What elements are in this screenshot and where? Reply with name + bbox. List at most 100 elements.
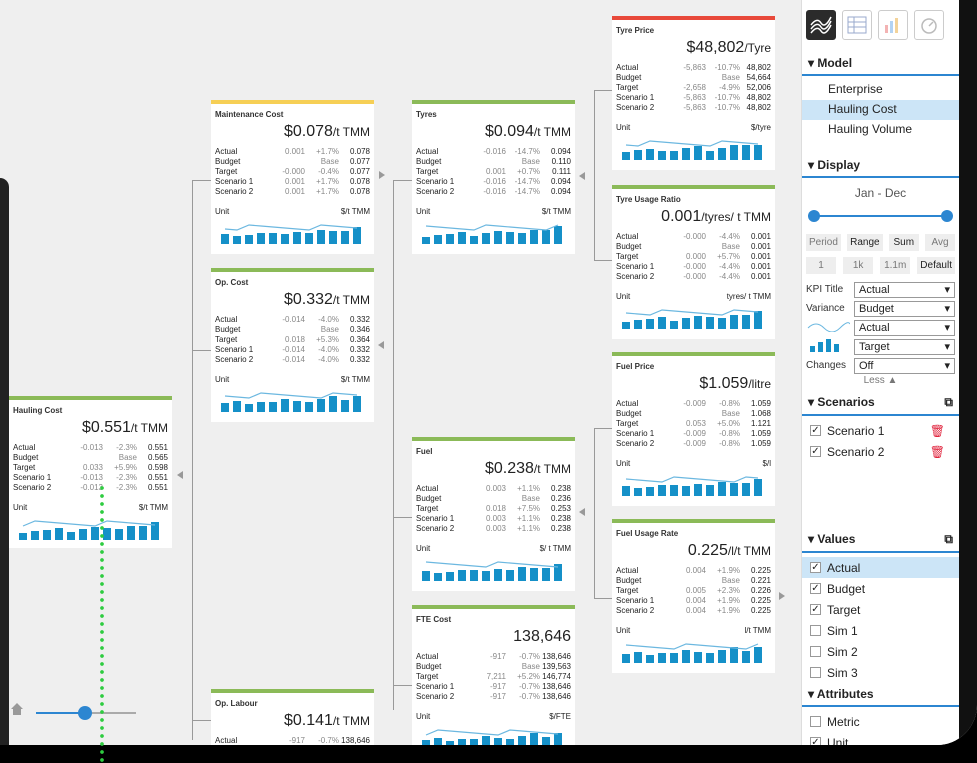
display-section-header[interactable]: ▾ Display: [802, 154, 959, 178]
scenario-item[interactable]: ✓ Scenario 2 🗑: [802, 441, 959, 462]
collapse-arrow[interactable]: [177, 471, 183, 479]
aggregation-button[interactable]: Range: [847, 234, 883, 251]
card-row-delta: 0.018: [485, 504, 506, 513]
chart-view-button[interactable]: [878, 10, 908, 40]
card-row-delta-pct: +1.1%: [517, 524, 540, 533]
value-item[interactable]: ✓ Budget: [802, 578, 959, 599]
fuel-card[interactable]: Fuel $0.238/t TMM Actual 0.003 +1.1% 0.238 Bud…: [412, 437, 575, 591]
checkbox[interactable]: ✓: [810, 425, 821, 436]
copy-icon[interactable]: ⧉: [944, 532, 953, 547]
attribute-item[interactable]: Metric: [802, 711, 959, 732]
sparkline-bar: [646, 149, 654, 160]
table-view-button[interactable]: [842, 10, 872, 40]
trash-icon[interactable]: 🗑: [930, 445, 945, 459]
sparkline-bar: [730, 315, 738, 329]
checkbox[interactable]: [810, 667, 821, 678]
checkbox[interactable]: ✓: [810, 583, 821, 594]
collapse-arrow[interactable]: [579, 172, 585, 180]
collapse-arrow[interactable]: [378, 341, 384, 349]
card-row-delta-pct: +1.9%: [717, 606, 740, 615]
attributes-section-header[interactable]: ▾ Attributes: [802, 683, 959, 707]
fte-cost-card[interactable]: FTE Cost 138,646 Actual -917 -0.7% 138,646 Bud…: [412, 605, 575, 745]
copy-icon[interactable]: ⧉: [944, 395, 953, 410]
field-select[interactable]: Target ▾: [854, 338, 955, 355]
model-section-header[interactable]: ▾ Model: [802, 52, 959, 76]
zoom-slider[interactable]: [36, 706, 136, 720]
gauge-view-button[interactable]: [914, 10, 944, 40]
aggregation-button[interactable]: Period: [806, 234, 841, 251]
chevron-down-icon: ▾: [944, 360, 950, 372]
scale-button[interactable]: 1.1m: [880, 257, 911, 274]
scale-button[interactable]: 1k: [843, 257, 874, 274]
field-select-value: Target: [859, 340, 890, 353]
field-select[interactable]: Actual ▾: [854, 281, 955, 298]
period-slider[interactable]: [808, 204, 953, 228]
expand-arrow[interactable]: [779, 592, 785, 600]
checkbox[interactable]: [810, 625, 821, 636]
tree-view-button[interactable]: [806, 10, 836, 40]
value-item[interactable]: Sim 3: [802, 662, 959, 683]
field-select[interactable]: Actual ▾: [854, 319, 955, 336]
fuel-usage-rate-card[interactable]: Fuel Usage Rate 0.225/l/t TMM Actual 0.004 +…: [612, 519, 775, 673]
display-field-row: Actual ▾: [802, 318, 959, 337]
value-item[interactable]: ✓ Target: [802, 599, 959, 620]
connector-line: [594, 90, 612, 91]
tyre-price-card[interactable]: Tyre Price $48,802/Tyre Actual -5,863 -10.7%…: [612, 16, 775, 170]
collapse-arrow[interactable]: [579, 508, 585, 516]
value-item[interactable]: Sim 1: [802, 620, 959, 641]
field-select[interactable]: Budget ▾: [854, 300, 955, 317]
card-row: Scenario 1 0.003 +1.1% 0.238: [416, 514, 571, 524]
scale-button[interactable]: 1: [806, 257, 836, 274]
period-slider-start-handle[interactable]: [808, 210, 820, 222]
card-row-delta: -917: [489, 692, 506, 701]
checkbox[interactable]: ✓: [810, 604, 821, 615]
sparkline-bar: [554, 733, 562, 745]
op-cost-card[interactable]: Op. Cost $0.332/t TMM Actual -0.014 -4.0% 0.3…: [211, 268, 374, 422]
scenarios-section-header[interactable]: ▾ Scenarios ⧉: [802, 391, 959, 416]
card-row-label: Scenario 2: [416, 187, 455, 196]
home-icon[interactable]: [10, 702, 24, 716]
chevron-down-icon: ▾: [944, 322, 950, 334]
checkbox[interactable]: [810, 716, 821, 727]
hauling-cost-card[interactable]: Hauling Cost $0.551/t TMM Actual -0.013 -2.3…: [9, 396, 172, 548]
value-item[interactable]: ✓ Actual: [802, 557, 959, 578]
expand-arrow[interactable]: [379, 171, 385, 179]
card-row-value: 146,774: [542, 672, 571, 681]
attribute-item[interactable]: ✓ Unit: [802, 732, 959, 745]
aggregation-button[interactable]: Avg: [924, 234, 955, 251]
period-slider-end-handle[interactable]: [941, 210, 953, 222]
tyre-usage-ratio-card[interactable]: Tyre Usage Ratio 0.001/tyres/ t TMM Actual…: [612, 185, 775, 339]
card-row-delta: -0.000: [282, 167, 305, 176]
tyres-card[interactable]: Tyres $0.094/t TMM Actual -0.016 -14.7% 0.094…: [412, 100, 575, 254]
model-item[interactable]: Hauling Cost: [802, 100, 959, 120]
sparkline-bar: [329, 396, 337, 412]
model-item[interactable]: Hauling Volume: [802, 120, 959, 140]
values-section-header[interactable]: ▾ Values ⧉: [802, 528, 959, 553]
aggregation-button[interactable]: Sum: [888, 234, 919, 251]
trash-icon[interactable]: 🗑: [930, 424, 945, 438]
card-title: Fuel: [416, 447, 433, 456]
checkbox[interactable]: ✓: [810, 446, 821, 457]
zoom-slider-handle[interactable]: [78, 706, 92, 720]
checkbox[interactable]: ✓: [810, 737, 821, 745]
scenario-item[interactable]: ✓ Scenario 1 🗑: [802, 420, 959, 441]
driver-tree-canvas[interactable]: Hauling Cost $0.551/t TMM Actual -0.013 -2.3…: [9, 0, 800, 745]
value-item[interactable]: Sim 2: [802, 641, 959, 662]
model-item[interactable]: Enterprise: [802, 80, 959, 100]
scale-button[interactable]: Default: [917, 257, 955, 274]
less-toggle[interactable]: Less ▲: [802, 375, 959, 391]
op-labour-card[interactable]: Op. Labour $0.141/t TMM Actual -917 -0.7% 138…: [211, 689, 374, 745]
checkbox[interactable]: [810, 646, 821, 657]
sparkline-bar: [79, 529, 87, 540]
sparkline-bar: [353, 396, 361, 412]
maintenance-cost-card[interactable]: Maintenance Cost $0.078/t TMM Actual 0.001 +…: [211, 100, 374, 254]
sparkline-bar: [682, 486, 690, 496]
sparkline-chart: [19, 520, 159, 540]
sparkline-bar: [281, 399, 289, 412]
field-select[interactable]: Off ▾: [854, 357, 955, 374]
card-row-label: Scenario 1: [616, 429, 655, 438]
sparkline-bar: [329, 231, 337, 244]
fuel-price-card[interactable]: Fuel Price $1.059/litre Actual -0.009 -0.8% 1…: [612, 352, 775, 506]
card-row-delta-pct: +1.9%: [717, 596, 740, 605]
checkbox[interactable]: ✓: [810, 562, 821, 573]
